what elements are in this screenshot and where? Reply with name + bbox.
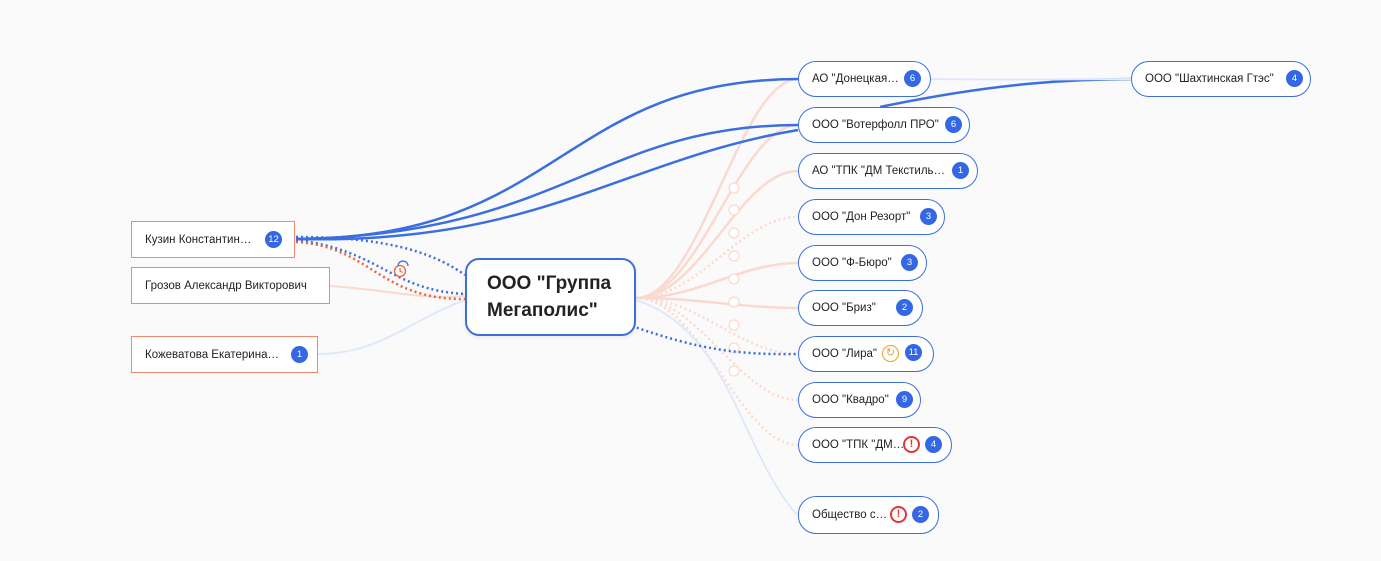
link-marker-icon	[728, 319, 740, 331]
link-marker-icon	[728, 250, 740, 262]
person-label: Кузин Константин…	[145, 233, 252, 246]
company-label: ООО "Квадро"	[812, 394, 889, 406]
center-company-node[interactable]: ООО "Группа Мегаполис"	[465, 258, 636, 336]
faint-link	[635, 169, 799, 300]
count-badge: 1	[291, 346, 308, 363]
person-node-kuzin[interactable]: Кузин Константин… 12	[131, 221, 295, 258]
count-badge: 4	[925, 436, 942, 453]
count-badge: 9	[896, 391, 913, 408]
company-node-kvadro[interactable]: ООО "Квадро" 9	[798, 382, 921, 418]
count-badge: 3	[901, 254, 918, 271]
link-marker-icon	[728, 204, 740, 216]
link-center-company-11	[635, 299, 798, 516]
count-badge: 6	[904, 70, 921, 87]
count-badge: 4	[1286, 70, 1303, 87]
center-company-label: ООО "Группа Мегаполис"	[487, 273, 612, 321]
company-label: ООО "Шахтинская Гтэс"	[1145, 73, 1274, 85]
count-badge: 11	[905, 344, 922, 361]
link-marker-icon	[728, 365, 740, 377]
person-label: Кожеватова Екатерина…	[145, 348, 279, 361]
company-node-lira[interactable]: ООО "Лира" ↻ 11	[798, 336, 934, 372]
company-label: ООО "Ф-Бюро"	[812, 257, 892, 269]
company-label: АО "ТПК "ДМ Текстиль…	[812, 165, 946, 177]
link-kozhevatova-center	[317, 299, 466, 355]
warning-icon: !	[890, 506, 907, 523]
link-marker-icon	[728, 227, 740, 239]
link-marker-icon	[728, 296, 740, 308]
link-grozov-center	[329, 285, 466, 298]
company-label: ООО "Лира"	[812, 348, 877, 360]
faint-link	[635, 296, 799, 402]
company-node-tpk-dm[interactable]: ООО "ТПК "ДМ… ! 4	[798, 427, 952, 463]
company-label: АО "Донецкая…	[812, 73, 899, 85]
person-node-kozhevatova[interactable]: Кожеватова Екатерина… 1	[131, 336, 318, 373]
company-label: ООО "Дон Резорт"	[812, 211, 911, 223]
link-kuzin-voterfoll-2	[295, 128, 799, 241]
count-badge: 2	[896, 299, 913, 316]
count-badge: 1	[952, 162, 969, 179]
person-node-grozov[interactable]: Грозов Александр Викторович	[131, 267, 330, 304]
company-node-obshchestvo[interactable]: Общество с… ! 2	[798, 496, 939, 534]
sync-icon: ↻	[882, 345, 899, 362]
company-label: ООО "ТПК "ДМ…	[812, 439, 905, 451]
warning-icon: !	[903, 436, 920, 453]
count-badge: 6	[945, 116, 962, 133]
link-kuzin-donetskaya	[295, 77, 799, 241]
person-label: Грозов Александр Викторович	[145, 279, 307, 292]
company-label: Общество с…	[812, 509, 888, 521]
faint-link	[635, 123, 799, 300]
count-badge: 12	[265, 231, 282, 248]
count-badge: 3	[920, 208, 937, 225]
company-node-voterfoll[interactable]: ООО "Вотерфолл ПРО" 6	[798, 107, 970, 143]
company-label: ООО "Вотерфолл ПРО"	[812, 119, 939, 131]
count-badge: 2	[912, 506, 929, 523]
company-label: ООО "Бриз"	[812, 302, 876, 314]
company-node-donetskaya[interactable]: АО "Донецкая… 6	[798, 61, 931, 97]
clock-icon	[393, 264, 407, 278]
company-node-tpk-dm-tekstil[interactable]: АО "ТПК "ДМ Текстиль… 1	[798, 153, 978, 189]
link-marker-icon	[728, 182, 740, 194]
company-node-don-rezort[interactable]: ООО "Дон Резорт" 3	[798, 199, 945, 235]
company-node-shakhtinskaya[interactable]: ООО "Шахтинская Гтэс" 4	[1131, 61, 1311, 97]
link-center-lira	[631, 324, 799, 356]
link-marker-icon	[728, 273, 740, 285]
company-node-briz[interactable]: ООО "Бриз" 2	[798, 290, 923, 326]
company-node-f-byuro[interactable]: ООО "Ф-Бюро" 3	[798, 245, 927, 281]
